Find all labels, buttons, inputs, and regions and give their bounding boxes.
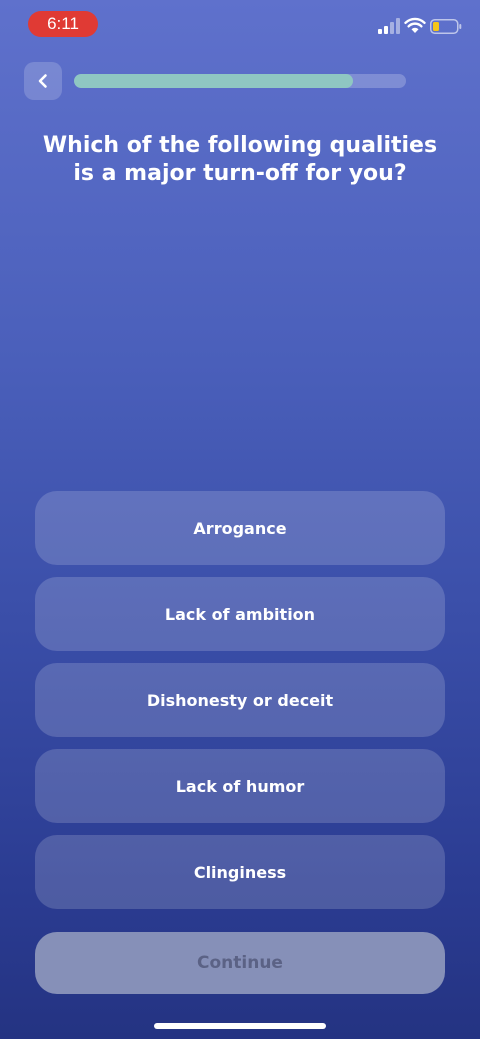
question-title: Which of the following qualities is a ma… (42, 133, 438, 186)
progress-bar (74, 74, 406, 88)
status-time: 6:11 (28, 11, 98, 37)
back-button[interactable] (24, 62, 62, 100)
options-list: Arrogance Lack of ambition Dishonesty or… (35, 491, 445, 921)
option-clinginess[interactable]: Clinginess (35, 835, 445, 909)
signal-icon (378, 18, 400, 34)
option-lack-of-ambition[interactable]: Lack of ambition (35, 577, 445, 651)
wifi-icon (404, 17, 426, 33)
option-arrogance[interactable]: Arrogance (35, 491, 445, 565)
chevron-left-icon (38, 74, 47, 88)
home-indicator (154, 1023, 326, 1029)
option-dishonesty-or-deceit[interactable]: Dishonesty or deceit (35, 663, 445, 737)
battery-icon (430, 19, 462, 34)
status-bar: 6:11 (0, 0, 480, 48)
option-lack-of-humor[interactable]: Lack of humor (35, 749, 445, 823)
continue-button[interactable]: Continue (35, 932, 445, 994)
progress-bar-fill (74, 74, 353, 88)
